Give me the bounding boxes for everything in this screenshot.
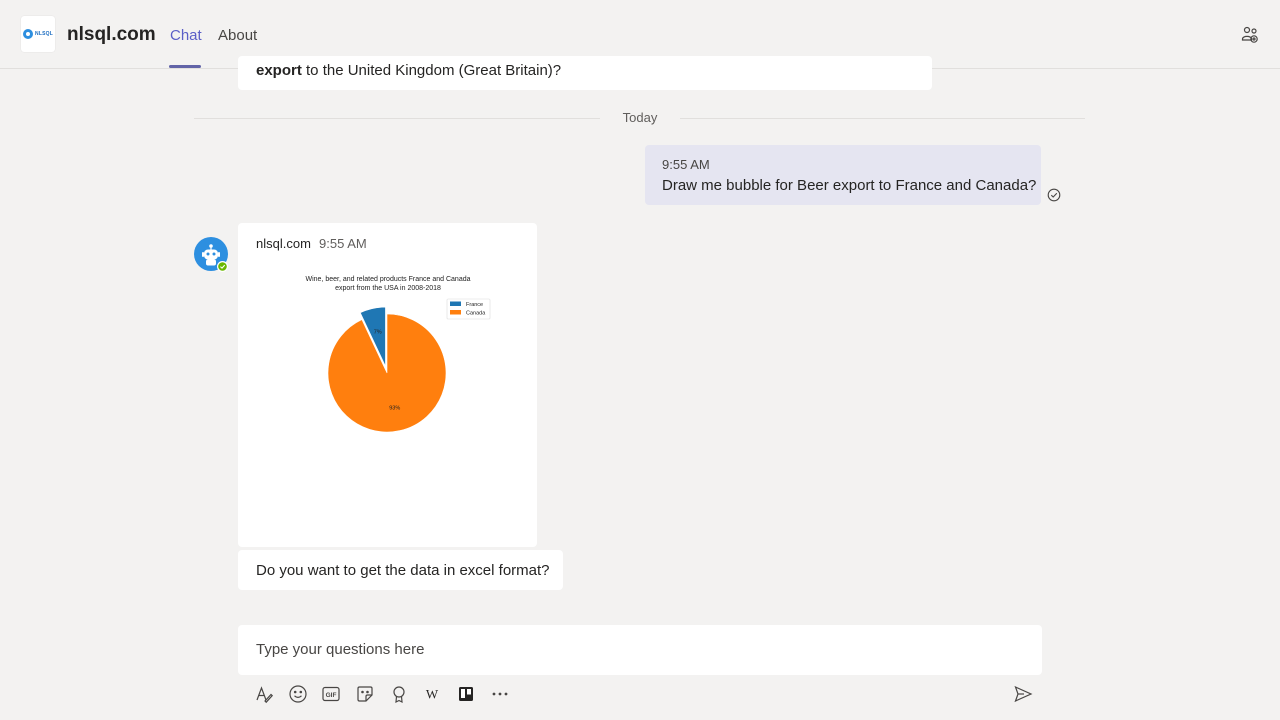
- send-icon[interactable]: [1013, 684, 1033, 704]
- read-check-icon: [1047, 188, 1061, 202]
- chart-legend: France Canada: [446, 298, 491, 320]
- app-title: nlsql.com: [67, 24, 156, 45]
- tab-about[interactable]: About: [218, 27, 257, 44]
- app-logo: NLSQL: [21, 16, 55, 52]
- pie-chart[interactable]: Wine, beer, and related products France …: [288, 270, 498, 445]
- wikipedia-icon[interactable]: W: [422, 684, 442, 704]
- emoji-icon[interactable]: [288, 684, 308, 704]
- gif-icon[interactable]: GIF: [321, 684, 341, 704]
- message-time: 9:55 AM: [662, 157, 710, 172]
- date-divider-line: [680, 118, 1085, 119]
- pie-slice-label: 7%: [374, 330, 382, 336]
- more-options-icon[interactable]: [490, 684, 510, 704]
- format-icon[interactable]: [254, 684, 274, 704]
- previous-message-text: export to the United Kingdom (Great Brit…: [256, 62, 562, 79]
- message-input[interactable]: [238, 625, 1042, 673]
- active-tab-indicator: [169, 65, 201, 68]
- praise-icon[interactable]: [389, 684, 409, 704]
- pie-chart-svg: 7% 93% France Canada: [327, 298, 491, 433]
- pie-slice-label: 93%: [389, 406, 400, 412]
- legend-swatch: [450, 310, 461, 315]
- bot-sender-name: nlsql.com: [256, 236, 311, 251]
- trello-icon[interactable]: [456, 684, 476, 704]
- pie-slice-canada[interactable]: [327, 313, 447, 433]
- bot-avatar-icon: [194, 237, 228, 272]
- bot-followup-message[interactable]: Do you want to get the data in excel for…: [238, 550, 563, 590]
- svg-text:W: W: [426, 687, 439, 702]
- message-text: Draw me bubble for Beer export to France…: [662, 177, 1037, 194]
- previous-message: export to the United Kingdom (Great Brit…: [238, 56, 932, 90]
- legend-swatch: [450, 301, 461, 306]
- user-message[interactable]: 9:55 AM Draw me bubble for Beer export t…: [645, 145, 1041, 205]
- people-settings-icon[interactable]: [1240, 25, 1260, 45]
- sticker-icon[interactable]: [355, 684, 375, 704]
- date-divider-line: [194, 118, 600, 119]
- legend-label: France: [466, 302, 483, 308]
- legend-label: Canada: [466, 310, 486, 316]
- logo-mark-icon: [23, 29, 34, 39]
- logo-text: NLSQL: [35, 31, 53, 37]
- tab-chat[interactable]: Chat: [170, 27, 202, 44]
- message-time: 9:55 AM: [319, 236, 367, 251]
- svg-text:GIF: GIF: [326, 692, 337, 699]
- date-divider-label: Today: [622, 110, 658, 125]
- message-text: Do you want to get the data in excel for…: [256, 562, 550, 579]
- compose-box[interactable]: [238, 625, 1042, 675]
